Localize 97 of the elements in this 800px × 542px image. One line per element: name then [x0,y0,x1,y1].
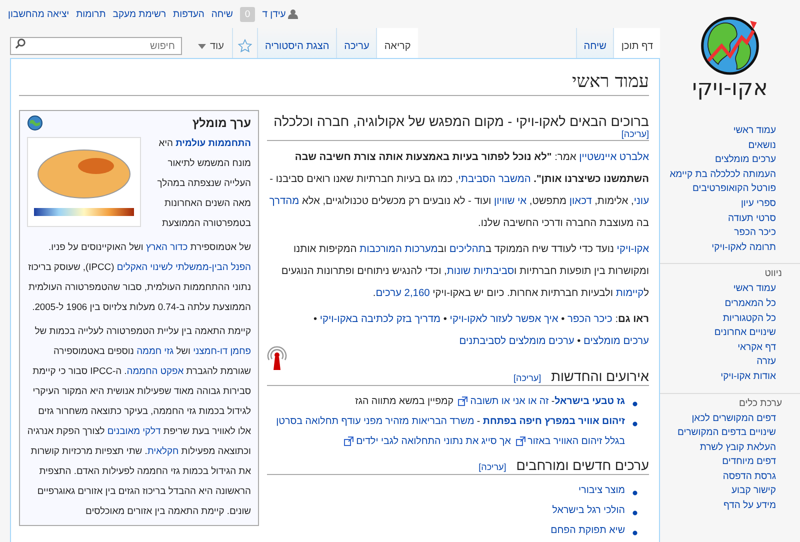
text-link[interactable]: מהדרך [269,196,300,207]
text-link[interactable]: אך סייג את נתוני התחלואה לגבי ילדים [356,436,511,447]
personal-link[interactable]: העדפות [173,8,204,20]
section-heading: ברוכים הבאים לאקו-ויקי - מקום המפגש של אקולוגיה, חברה וכלכלה [274,114,649,129]
text-link[interactable]: מערכות המורכבות [360,244,438,255]
site-name[interactable]: אקו-ויקי [692,76,768,102]
text-link[interactable]: סביבתיות שונות [446,266,514,277]
personal-link[interactable]: יציאה מהחשבון [8,8,70,20]
paragraph: של אטמוספירת כדור הארץ ושל האוקיינוסים על פניו. הפנל הבין-ממשלתי לשינוי האקלים (IPCC), שעוסק בריכוז נתוני ההתחממות העולמית, סבור שהטמפרטורה העולמית הממוצעת עלתה ב-0.74 מעלות צלזיוס בין 1906 ל-2005. [27,240,251,314]
text-link[interactable]: התחממות עולמית [176,137,251,148]
sidebar-link[interactable]: העלאת קובץ לשרת [700,440,792,456]
personal-link[interactable]: שיחה [211,8,233,20]
section-heading: ערכים חדשים ומורחבים [516,458,649,473]
text-link[interactable]: גז טבעי בישראל [554,396,625,407]
text-link[interactable]: ערכים מומלצים [584,336,649,347]
text-link[interactable]: זה או אני או תשובה [470,396,549,407]
text-link[interactable]: בגלל זיהום האוויר באזור [528,436,625,447]
view-tab[interactable]: קריאה [376,28,418,58]
namespace-tab[interactable]: שיחה [576,28,614,58]
user-link[interactable]: עידן ד [262,8,298,20]
text-link[interactable]: אקו-ויקי [616,244,649,255]
sidebar-link[interactable]: עמוד ראשי [733,282,792,297]
text-link[interactable]: דכאון [569,196,592,207]
sidebar-link[interactable]: נושאים [748,138,792,154]
more-menu[interactable]: עוד [190,28,232,58]
sidebar-link[interactable]: תרומה לאקו-ויקי [712,240,792,256]
sidebar-link[interactable]: עמוד ראשי [733,124,792,139]
edit-link[interactable]: [עריכה] [621,129,649,139]
text-link[interactable]: עוני [634,196,649,207]
panel-heading: ערך מומלץ [192,116,251,130]
text-link[interactable]: קיימות [616,288,644,299]
edit-link[interactable]: [עריכה] [478,462,506,472]
view-tab[interactable]: עריכה [336,28,376,58]
search-icon[interactable] [15,38,26,49]
text-link[interactable]: אפקט החממה [126,365,184,376]
star-icon[interactable] [238,39,252,53]
paragraph: אלברט איינשטיין אמר: "לא נוכל לפתור בעיות באמצעות אותה צורת חשיבה שבה השתמשנו כשיצרנו אותן". המשבר הסביבתי, כמו גם בעיות חברתיות שאנו רואים סביבנו - עוני, אלימות, דכאון מתפשט, אי שוויון ועוד - לא נובעים רק מכשלים טכנולוגיים, אלא מהדרך בה מעוצבת החברה ודרכי החשיבה שלנו. [268,150,649,231]
text-link[interactable]: דלקי מאובנים [107,425,161,436]
personal-link[interactable]: רשימת מעקב [112,8,166,20]
text-link[interactable]: משרד הבריאות מזהיר [385,416,474,427]
text-link[interactable]: הפנל הבין-ממשלתי לשינוי האקלים [116,261,251,272]
sidebar-link[interactable]: פורטל הקואופרטיבים [692,182,792,197]
sidebar-link[interactable]: עזרה [756,355,792,370]
sidebar-link[interactable]: שינויים אחרונים [714,326,792,341]
sidebar-heading: ניווט [764,267,782,282]
personal-link[interactable]: תרומות [76,8,106,20]
user-icon [288,9,298,19]
namespace-tab[interactable]: דף תוכן [613,28,660,58]
sidebar-link[interactable]: מידע על הדף [723,499,792,514]
text-link[interactable]: ערכים מומלצים לסביבתנים [459,336,574,347]
external-link-icon [458,396,468,406]
sidebar-link[interactable]: ספרי עיון [740,196,792,212]
view-tab[interactable]: הצגת היסטוריה [256,28,336,58]
text-link[interactable]: מוצר ציבורי [578,485,625,496]
section-heading: אירועים והחדשות [551,369,649,384]
sidebar-link[interactable]: שינויים בדפים המקושרים [678,426,792,441]
text-link[interactable]: פחמן דו-חמצני [193,345,251,356]
text-link[interactable]: הולכי רגל בישראל [552,505,625,516]
text-link[interactable]: כדור הארץ [146,241,188,252]
paragraph: קיימת התאמה בין עליית הטמפרטורה לעלייה בכמות של פחמן דו-חמצני ושל גזי חממה נוספים באטמוספירה שגורמת להגברת אפקט החממה. ה-IPCC סבור כי קיימת סבירות גבוהה מאוד שפעילות אנושית היא המקור העיקרי לגידול בכמות גזי החממה, בעיקר כתוצאה משחרור גזים אלו לאוויר בעת שריפת דלקי מאובנים לצורך הפקת אנרגיה וכתוצאה מפעילות חקלאית. שתי תצפיות מרכזיות קושרות את הגידול בכמות גזי החממה לפעילות האדם. התצפית הראשונה היא ההבדל בריכוז הגזים בין אזורים גאוגרפיים שונים. קיימת התאמה בין אזורים מאוכלסים [27,324,251,518]
text-link[interactable]: תהליכים [449,244,486,255]
text-link[interactable]: אלברט איינשטיין [579,152,649,163]
external-link-icon [344,436,354,446]
edit-link[interactable]: [עריכה] [514,373,542,383]
text-link[interactable]: 2,160 ערכים [376,288,430,299]
sidebar-link[interactable]: קישור קבוע [732,484,792,500]
text-link[interactable]: מפני עודף תחלואה בסרטן [276,416,383,427]
broadcast-tower-icon [265,345,289,371]
sidebar-link[interactable]: דף אקראי [738,340,792,356]
sidebar-link[interactable]: ערכים מומלצים [714,153,792,168]
text-link[interactable]: זיהום אוויר במפרץ חיפה בפתחת [482,416,625,427]
sidebar-link[interactable]: אודות אקו-ויקי [720,370,792,384]
sidebar-link[interactable]: דפים המקושרים לכאן [692,412,792,426]
sidebar-link[interactable]: כל המאמרים [724,296,792,312]
text-link[interactable]: שיא תפוקת הפחם [550,525,625,536]
text-link[interactable]: גזי חממה [136,345,174,356]
text-link[interactable]: מדריך בזק לכתיבה באקו-ויקי [320,314,441,325]
paragraph: ראו גם: כיכר הכפר • איך אפשר לעזור לאקו-ויקי • מדריך בזק לכתיבה באקו-ויקי • ערכים מומלצים • ערכים מומלצים לסביבתנים [312,312,649,349]
sidebar-link[interactable]: גרסת הדפסה [722,470,792,484]
search-field[interactable]: חיפוש [10,37,182,55]
sidebar-link[interactable]: דפים מיוחדים [722,455,792,470]
text-link[interactable]: אי שוויון [494,196,527,207]
text-link[interactable]: כיכר הכפר [568,314,612,325]
sidebar-link[interactable]: כיכר הכפר [734,226,792,241]
external-link-icon [516,436,526,446]
text-link[interactable]: חקלאית [147,445,179,456]
page-title: עמוד ראשי [19,71,649,96]
text-link[interactable]: המשבר הסביבתי [458,174,531,185]
paragraph: התחממות עולמית היא מונח המשמש לתיאור העלייה שנצפתה במהלך מאה השנים האחרונות בטמפרטורה הממוצעת [156,136,251,230]
paragraph: אקו-ויקי נועד כדי לעודד שיח הממוקד בתהליכים ובמערכות המורכבות המקיפות אותנו ומקושרות בין תופעות חברתיות וסביבתיות שונות, וכדי להנגיש ניתוחים ופתרונות הנוגעים לקיימות ולבעיות חברתיות אחרות. כיום יש באקו-ויקי 2,160 ערכים. [280,242,649,301]
sidebar-link[interactable]: כל הקטגוריות [722,312,792,326]
globe-icon [27,115,43,131]
text-link[interactable]: איך אפשר לעזור לאקו-ויקי [450,314,558,325]
sidebar-heading: ערכת כלים [738,396,782,410]
sidebar-link[interactable]: העמותה לכלכלה בת קיימא [670,168,792,182]
globe-logo-drawing[interactable] [698,14,762,76]
sidebar-link[interactable]: סרטי תעודה [728,212,792,226]
